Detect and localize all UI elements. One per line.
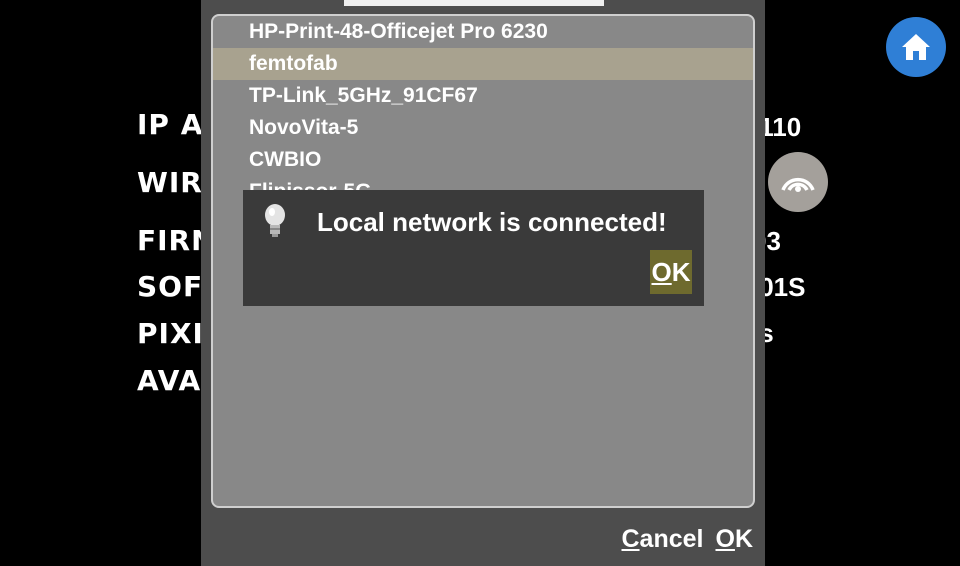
info-label-ip: IP A xyxy=(137,108,204,141)
toast-message: Local network is connected! xyxy=(317,207,667,237)
network-item[interactable]: HP-Print-48-Officejet Pro 6230 xyxy=(213,16,753,48)
info-label-available: AVA xyxy=(137,364,202,397)
network-item[interactable]: CWBIO xyxy=(213,144,753,176)
cancel-button[interactable]: Cancel xyxy=(621,525,703,554)
picker-actions: Cancel OK xyxy=(621,525,753,554)
network-item[interactable]: NovoVita-5 xyxy=(213,112,753,144)
home-icon xyxy=(902,34,930,60)
home-button[interactable] xyxy=(886,17,946,77)
picker-topbar xyxy=(344,0,604,6)
info-label-pixel: PIXI xyxy=(137,317,204,350)
ok-button[interactable]: OK xyxy=(715,525,753,554)
wifi-signal-icon[interactable] xyxy=(768,152,828,212)
toast-ok-button[interactable]: OK xyxy=(650,250,692,294)
network-item[interactable]: TP-Link_5GHz_91CF67 xyxy=(213,80,753,112)
connection-toast: Local network is connected! OK xyxy=(243,190,704,306)
lightbulb-icon xyxy=(265,204,285,237)
network-item-selected[interactable]: femtofab xyxy=(213,48,753,80)
info-label-software: SOF xyxy=(137,270,204,303)
